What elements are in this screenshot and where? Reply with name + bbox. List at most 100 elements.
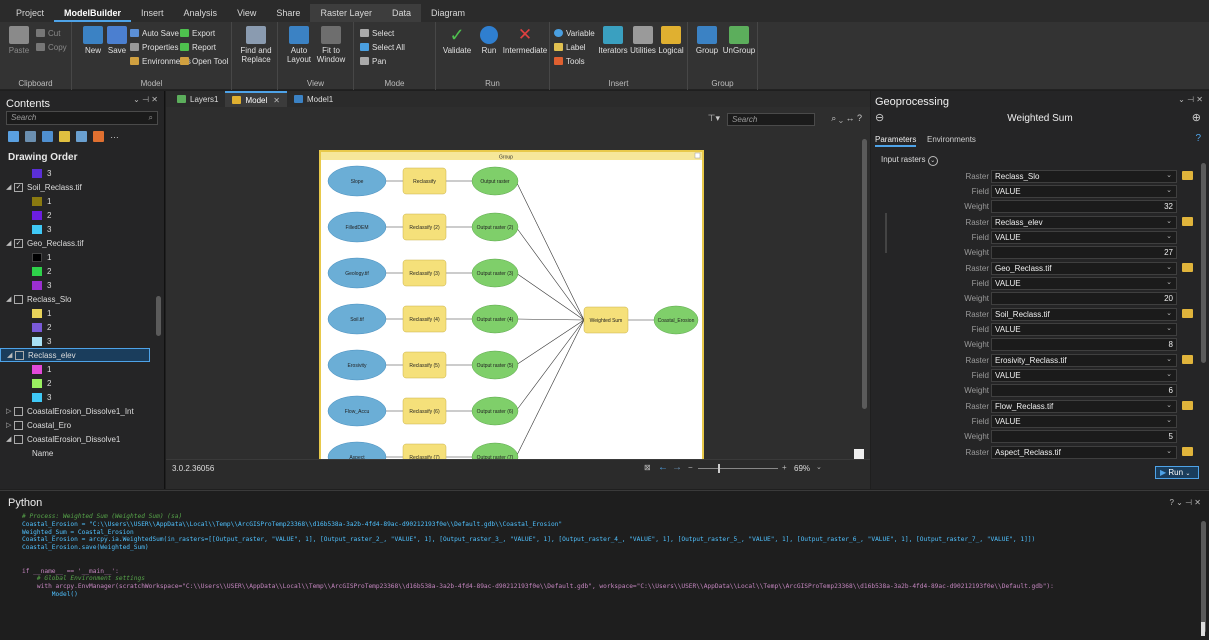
validate-button[interactable]: ✓ Validate <box>440 26 474 55</box>
layer-coastalerosion-dissolve1[interactable]: ◢ CoastalErosion_Dissolve1 <box>0 432 164 446</box>
tab-raster-layer[interactable]: Raster Layer <box>310 4 382 22</box>
dropdown-icon[interactable]: ⌄ <box>1166 217 1172 225</box>
expand-icon[interactable]: ◢ <box>6 239 14 247</box>
copy-button[interactable]: Copy <box>36 42 67 53</box>
open-tool-button[interactable]: Open Tool <box>180 56 228 67</box>
list-by-selection-icon[interactable] <box>42 131 53 142</box>
tab-environments[interactable]: Environments <box>927 135 976 144</box>
python-scrollbar[interactable] <box>1201 521 1206 633</box>
dropdown-icon[interactable]: ⌄ <box>1166 324 1172 332</box>
tab-insert[interactable]: Insert <box>131 4 174 22</box>
dropdown-icon[interactable]: ⌄ <box>1166 355 1172 363</box>
utilities-button[interactable]: Utilities <box>628 26 658 55</box>
paste-button[interactable]: Paste <box>4 26 34 55</box>
folder-icon[interactable] <box>1182 217 1193 226</box>
list-by-labeling-icon[interactable] <box>93 131 104 142</box>
raster-field-input[interactable]: Geo_Reclass.tif ⌄ <box>991 262 1177 275</box>
field-select-input[interactable]: VALUE ⌄ <box>991 323 1177 336</box>
folder-icon[interactable] <box>1182 401 1193 410</box>
tab-diagram[interactable]: Diagram <box>421 4 475 22</box>
layer-visibility-checkbox[interactable] <box>14 434 23 444</box>
layer-visibility-checkbox[interactable]: ✓ <box>14 238 23 248</box>
pane-controls[interactable]: ⌄ ⊣ ✕ <box>1178 95 1203 104</box>
expand-icon[interactable]: ◢ <box>6 435 14 443</box>
folder-icon[interactable] <box>1182 355 1193 364</box>
raster-field-input[interactable]: Reclass_Slo ⌄ <box>991 170 1177 183</box>
zoom-out-icon[interactable]: − <box>688 463 693 472</box>
tab-parameters[interactable]: Parameters <box>875 135 917 147</box>
run-model-button[interactable]: Run <box>474 26 504 55</box>
canvas-vertical-scrollbar[interactable] <box>862 139 867 409</box>
iterators-button[interactable]: Iterators <box>598 26 628 55</box>
tab-analysis[interactable]: Analysis <box>174 4 228 22</box>
tab-modelbuilder[interactable]: ModelBuilder <box>54 4 132 22</box>
dropdown-icon[interactable]: ⌄ <box>1166 401 1172 409</box>
raster-field-input[interactable]: Aspect_Reclass.tif ⌄ <box>991 446 1177 459</box>
weight-input-input[interactable]: 27 <box>991 246 1177 259</box>
group-collapse-icon[interactable] <box>694 152 701 159</box>
zoom-level[interactable]: 69% <box>794 464 810 473</box>
tab-share[interactable]: Share <box>266 4 310 22</box>
dropdown-icon[interactable]: ⌄ <box>1166 416 1172 424</box>
tab-data[interactable]: Data <box>381 4 421 22</box>
layer-reclass-elev[interactable]: ◢ Reclass_elev <box>0 348 150 362</box>
layer-visibility-checkbox[interactable] <box>14 406 23 416</box>
close-tab-icon[interactable]: ✕ <box>273 96 280 105</box>
field-select-input[interactable]: VALUE ⌄ <box>991 415 1177 428</box>
weight-input-input[interactable]: 6 <box>991 384 1177 397</box>
pane-controls[interactable]: ⌄ ⊣ ✕ <box>133 95 158 104</box>
list-by-snapping-icon[interactable] <box>76 131 87 142</box>
layer-visibility-checkbox[interactable] <box>14 420 23 430</box>
save-button[interactable]: Save <box>102 26 132 55</box>
weight-input-input[interactable]: 8 <box>991 338 1177 351</box>
dropdown-icon[interactable]: ⌄ <box>1166 370 1172 378</box>
find-replace-button[interactable]: Find and Replace <box>238 26 274 64</box>
zoom-in-icon[interactable]: + <box>782 463 787 472</box>
folder-icon[interactable] <box>1182 263 1193 272</box>
python-code[interactable]: # Process: Weighted Sum (Weighted Sum) (… <box>22 513 1202 599</box>
logical-button[interactable]: Logical <box>656 26 686 55</box>
tab-view[interactable]: View <box>227 4 266 22</box>
fit-window-button[interactable]: Fit to Window <box>316 26 346 64</box>
tab-project[interactable]: Project <box>6 4 54 22</box>
dropdown-icon[interactable]: ⌄ <box>1166 447 1172 455</box>
layer-reclass-slo[interactable]: ◢ Reclass_Slo <box>0 292 164 306</box>
zoom-dropdown-icon[interactable]: ⌄ <box>816 463 822 471</box>
doc-tab-model[interactable]: Model ✕ <box>225 91 287 107</box>
folder-icon[interactable] <box>1182 171 1193 180</box>
intermediate-button[interactable]: ✕ Intermediate <box>502 26 548 56</box>
pane-controls[interactable]: ? ⌄ ⊣ ✕ <box>1170 498 1202 507</box>
more-icon[interactable]: … <box>110 131 121 142</box>
zoom-slider[interactable] <box>698 468 778 469</box>
overview-icon[interactable]: ⊠ <box>644 463 651 472</box>
layer-geo-reclass[interactable]: ◢ ✓ Geo_Reclass.tif <box>0 236 164 250</box>
list-by-editing-icon[interactable] <box>59 131 70 142</box>
field-select-input[interactable]: VALUE ⌄ <box>991 231 1177 244</box>
layer-soil-reclass[interactable]: ◢ ✓ Soil_Reclass.tif <box>0 180 164 194</box>
add-icon[interactable]: ⊕ <box>1192 111 1201 124</box>
raster-field-input[interactable]: Soil_Reclass.tif ⌄ <box>991 308 1177 321</box>
field-select-input[interactable]: VALUE ⌄ <box>991 369 1177 382</box>
dropdown-icon[interactable]: ⌄ <box>1166 232 1172 240</box>
properties-button[interactable]: Properties <box>130 42 178 53</box>
ungroup-button[interactable]: UnGroup <box>722 26 756 55</box>
expand-icon[interactable]: ▷ <box>6 421 14 429</box>
auto-save-button[interactable]: Auto Save <box>130 28 179 39</box>
model-canvas[interactable]: Search ⊤▾ ⌕ ⌄ ↔ ? Group Slope Reclassify O… <box>166 107 870 459</box>
folder-icon[interactable] <box>1182 309 1193 318</box>
cut-button[interactable]: Cut <box>36 28 60 39</box>
list-by-source-icon[interactable] <box>25 131 36 142</box>
raster-field-input[interactable]: Flow_Reclass.tif ⌄ <box>991 400 1177 413</box>
group-button[interactable]: Group <box>692 26 722 55</box>
field-select-input[interactable]: VALUE ⌄ <box>991 277 1177 290</box>
raster-field-input[interactable]: Erosivity_Reclass.tif ⌄ <box>991 354 1177 367</box>
expand-icon[interactable]: ◢ <box>6 183 14 191</box>
expand-icon[interactable]: ▷ <box>6 407 14 415</box>
geo-scrollbar[interactable] <box>1201 163 1206 363</box>
help-icon[interactable]: ? <box>1195 133 1201 144</box>
doc-tab-layers1[interactable]: Layers1 <box>170 91 225 107</box>
auto-layout-button[interactable]: Auto Layout <box>284 26 314 64</box>
dropdown-icon[interactable]: ⌄ <box>1166 263 1172 271</box>
field-select-input[interactable]: VALUE ⌄ <box>991 185 1177 198</box>
list-by-drawing-order-icon[interactable] <box>8 131 19 142</box>
